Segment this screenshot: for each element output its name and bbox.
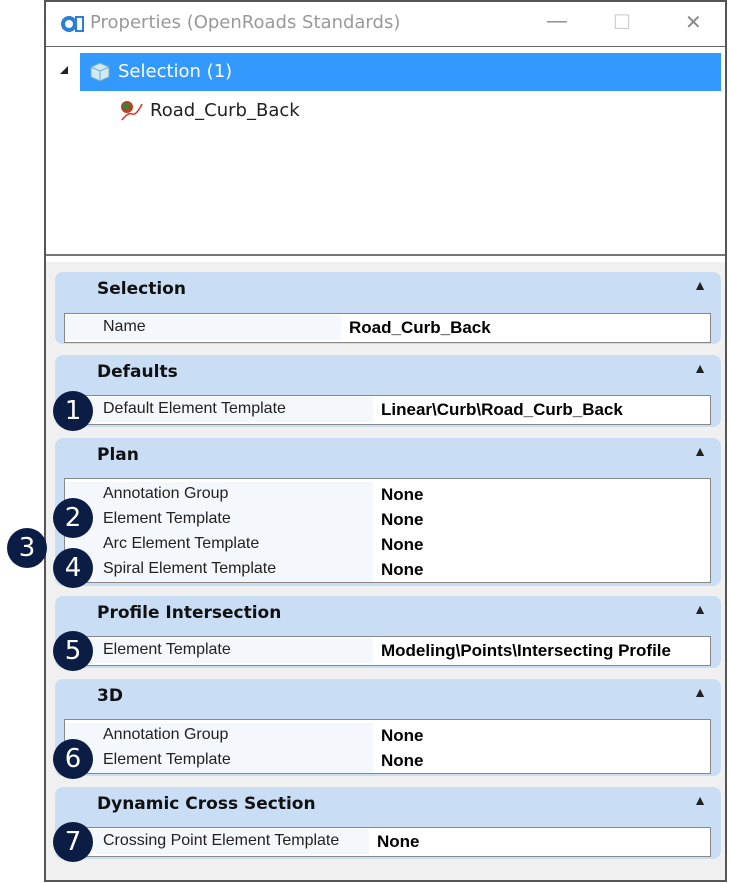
callout-5: 5 [53,631,93,671]
collapse-chevron-up-icon[interactable]: ▲ [693,684,707,700]
section-title[interactable]: Plan [97,445,139,465]
property-label: Arc Element Template [103,535,260,553]
window-title: Properties (OpenRoads Standards) [90,12,401,33]
property-label: Default Element Template [103,400,286,418]
property-label: Element Template [103,641,231,659]
property-row[interactable]: Name Road_Curb_Back [65,315,710,340]
property-value[interactable]: Road_Curb_Back [349,318,491,338]
section-title[interactable]: Profile Intersection [97,603,281,623]
section-title[interactable]: Selection [97,279,186,299]
property-label: Name [103,318,146,336]
callout-6: 6 [53,739,93,779]
linear-element-icon [121,101,143,121]
property-row[interactable]: Annotation Group None [65,482,710,507]
property-grid: Default Element Template Linear\Curb\Road… [64,395,711,425]
property-label: Annotation Group [103,485,229,503]
property-grid: Crossing Point Element Template None [64,827,711,857]
property-row[interactable]: Default Element Template Linear\Curb\Road… [65,397,710,422]
property-label: Spiral Element Template [103,560,277,578]
callout-7: 7 [53,822,93,862]
maximize-button[interactable]: ☐ [613,10,631,35]
property-label: Annotation Group [103,726,229,744]
property-value[interactable]: None [381,535,424,555]
property-row[interactable]: Element Template Modeling\Points\Intersec… [65,638,710,663]
collapse-chevron-up-icon[interactable]: ▲ [693,792,707,808]
callout-1: 1 [53,391,93,431]
property-label: Crossing Point Element Template [103,832,340,850]
callout-2: 2 [53,498,93,538]
property-row[interactable]: Annotation Group None [65,723,710,748]
property-value[interactable]: None [381,560,424,580]
tree-item-label: Selection (1) [118,61,233,82]
collapse-chevron-up-icon[interactable]: ▲ [693,601,707,617]
property-row[interactable]: Spiral Element Template None [65,557,710,582]
property-row[interactable]: Element Template None [65,507,710,532]
property-value[interactable]: None [377,832,420,852]
close-button[interactable]: ✕ [685,10,702,35]
section-title[interactable]: 3D [97,686,123,706]
selection-cube-icon [90,62,110,82]
property-label: Element Template [103,751,231,769]
collapse-chevron-up-icon[interactable]: ▲ [693,360,707,376]
property-value[interactable]: None [381,485,424,505]
property-value[interactable]: Linear\Curb\Road_Curb_Back [381,400,623,420]
property-grid: Annotation Group None Element Template None [64,719,711,774]
section-title[interactable]: Defaults [97,362,178,382]
property-grid: Name Road_Curb_Back [64,313,711,343]
collapse-chevron-up-icon[interactable]: ▲ [693,443,707,459]
callout-4: 4 [53,548,93,588]
tree-item-road-curb-back[interactable]: Road_Curb_Back [150,100,300,121]
expand-collapse-icon[interactable] [60,66,68,74]
property-value[interactable]: None [381,726,424,746]
property-value[interactable]: None [381,510,424,530]
property-grid: Element Template Modeling\Points\Intersec… [64,636,711,666]
section-title[interactable]: Dynamic Cross Section [97,794,316,814]
properties-icon [60,14,84,32]
property-row[interactable]: Element Template None [65,748,710,773]
property-value[interactable]: Modeling\Points\Intersecting Profile [381,641,671,661]
callout-3: 3 [7,528,47,568]
minimize-button[interactable]: — [547,10,567,33]
property-label: Element Template [103,510,231,528]
property-row[interactable]: Arc Element Template None [65,532,710,557]
property-row[interactable]: Crossing Point Element Template None [65,829,710,854]
collapse-chevron-up-icon[interactable]: ▲ [693,277,707,293]
tree-item-selection[interactable]: Selection (1) [80,53,721,91]
property-value[interactable]: None [381,751,424,771]
property-grid: Annotation Group None Element Template None… [64,478,711,583]
